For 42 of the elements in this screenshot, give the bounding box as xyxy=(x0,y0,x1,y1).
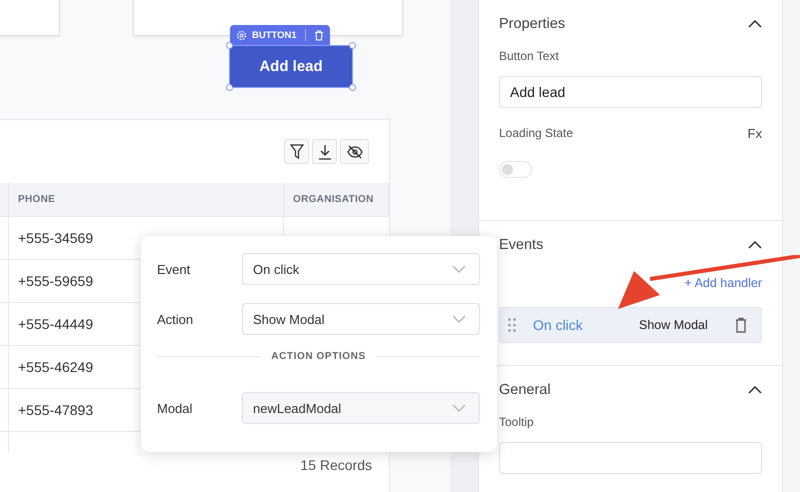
resize-handle[interactable] xyxy=(349,42,356,49)
select-field[interactable]: Show Modal xyxy=(242,303,480,335)
text-field[interactable]: Add lead xyxy=(499,76,762,108)
chevron-up-icon[interactable] xyxy=(748,241,762,249)
select-field[interactable]: On click xyxy=(242,253,480,285)
drag-handle-icon[interactable] xyxy=(508,318,516,332)
resize-handle[interactable] xyxy=(226,42,233,49)
field-label: Action xyxy=(157,312,194,326)
download-icon xyxy=(318,144,332,160)
action-name: Show Modal xyxy=(639,318,709,332)
section-title: General xyxy=(499,382,551,398)
resize-handle[interactable] xyxy=(226,84,233,91)
widget-label[interactable]: BUTTON1 xyxy=(230,25,330,45)
event-handler-row[interactable]: On click Show Modal xyxy=(499,307,762,343)
field-label: Event xyxy=(157,262,192,276)
text-field[interactable] xyxy=(499,442,762,474)
fx-toggle[interactable]: Fx xyxy=(748,126,762,141)
chevron-up-icon[interactable] xyxy=(748,386,762,394)
select-field[interactable]: newLeadModal xyxy=(242,392,480,424)
delete-icon[interactable] xyxy=(735,317,747,333)
widget-name: BUTTON1 xyxy=(252,30,297,40)
section-title: Events xyxy=(499,237,544,253)
filter-icon xyxy=(290,144,304,159)
eye-slash-icon xyxy=(346,144,362,158)
field-label: Loading State xyxy=(499,126,574,141)
event-name: On click xyxy=(533,317,584,333)
field-label: Modal xyxy=(157,400,194,416)
add-handler-link[interactable]: + Add handler xyxy=(684,276,762,290)
hide-columns-button[interactable] xyxy=(340,139,369,164)
add-lead-button[interactable]: Add lead xyxy=(230,46,352,87)
record-count: 15 Records xyxy=(300,457,372,473)
chevron-up-icon[interactable] xyxy=(748,20,762,28)
field-label: Tooltip xyxy=(499,415,535,429)
resize-handle[interactable] xyxy=(349,84,356,91)
filter-button[interactable] xyxy=(284,139,309,164)
field-label: Button Text xyxy=(499,49,560,63)
settings-icon[interactable] xyxy=(236,30,247,40)
toggle-switch[interactable] xyxy=(499,161,532,178)
download-button[interactable] xyxy=(312,139,337,164)
column-header: PHONE xyxy=(18,194,56,205)
section-title: Properties xyxy=(499,16,566,32)
column-header: ORGANISATION xyxy=(293,194,374,205)
